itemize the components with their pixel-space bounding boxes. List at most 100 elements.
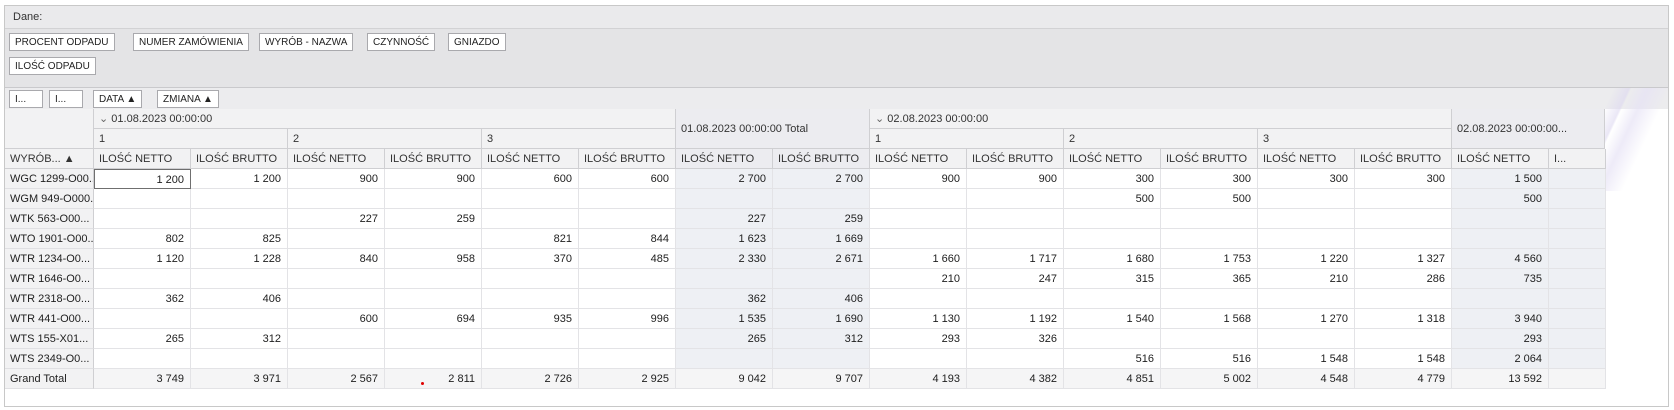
table-cell[interactable]	[870, 189, 967, 209]
table-cell[interactable]: 802	[94, 229, 191, 249]
table-cell[interactable]	[288, 229, 385, 249]
table-cell[interactable]: 1 548	[1258, 349, 1355, 369]
table-cell[interactable]	[676, 189, 773, 209]
table-cell[interactable]: 259	[773, 209, 870, 229]
table-cell[interactable]: 265	[676, 329, 773, 349]
table-cell[interactable]	[1258, 329, 1355, 349]
table-cell[interactable]: 1 669	[773, 229, 870, 249]
table-cell[interactable]	[579, 189, 676, 209]
table-cell[interactable]: 2 671	[773, 249, 870, 269]
table-cell[interactable]	[870, 349, 967, 369]
table-cell[interactable]	[288, 189, 385, 209]
table-cell[interactable]: 406	[191, 289, 288, 309]
table-cell[interactable]: 996	[579, 309, 676, 329]
table-cell[interactable]: 1 623	[676, 229, 773, 249]
table-cell[interactable]: 365	[1161, 269, 1258, 289]
table-cell[interactable]: 1 200	[94, 169, 191, 189]
table-cell[interactable]	[676, 349, 773, 369]
table-cell[interactable]: 958	[385, 249, 482, 269]
table-cell[interactable]: 1 535	[676, 309, 773, 329]
filter-field-numer-zamowienia[interactable]: NUMER ZAMÓWIENIA	[133, 33, 249, 51]
table-cell[interactable]: 900	[870, 169, 967, 189]
table-cell[interactable]: 300	[1355, 169, 1452, 189]
table-cell[interactable]: 600	[482, 169, 579, 189]
table-cell[interactable]	[385, 269, 482, 289]
table-cell[interactable]: 1 540	[1064, 309, 1161, 329]
table-cell[interactable]: 1 200	[191, 169, 288, 189]
table-cell[interactable]: 3 940	[1452, 309, 1549, 329]
table-cell[interactable]: 1 753	[1161, 249, 1258, 269]
table-cell[interactable]	[579, 269, 676, 289]
table-cell[interactable]	[94, 309, 191, 329]
table-cell[interactable]	[1452, 289, 1549, 309]
filter-field-czynnosc[interactable]: CZYNNOŚĆ	[367, 33, 436, 51]
table-cell[interactable]: 227	[288, 209, 385, 229]
table-cell[interactable]: 1 318	[1355, 309, 1452, 329]
table-cell[interactable]: 259	[385, 209, 482, 229]
table-cell[interactable]: 247	[967, 269, 1064, 289]
row-header-item[interactable]: WTR 2318-O0...	[5, 289, 94, 309]
table-cell[interactable]: 694	[385, 309, 482, 329]
table-cell[interactable]	[1355, 189, 1452, 209]
table-cell[interactable]: 362	[94, 289, 191, 309]
table-cell[interactable]: 1 548	[1355, 349, 1452, 369]
table-cell[interactable]	[482, 189, 579, 209]
table-cell[interactable]	[94, 269, 191, 289]
table-cell[interactable]	[1258, 189, 1355, 209]
collapse-chevron-icon[interactable]: ⌄	[99, 113, 108, 125]
column-field-data[interactable]: DATA ▲	[93, 90, 143, 108]
table-cell[interactable]	[870, 289, 967, 309]
table-cell[interactable]	[191, 189, 288, 209]
table-cell[interactable]	[94, 189, 191, 209]
row-header-item[interactable]: WGC 1299-O00...	[5, 169, 94, 189]
table-cell[interactable]: 1 680	[1064, 249, 1161, 269]
table-cell[interactable]	[579, 209, 676, 229]
data-field-ilosc-odpadu[interactable]: ILOŚĆ ODPADU	[9, 57, 96, 75]
table-cell[interactable]: 1 220	[1258, 249, 1355, 269]
table-cell[interactable]: 210	[870, 269, 967, 289]
table-cell[interactable]	[676, 269, 773, 289]
table-cell[interactable]	[1064, 289, 1161, 309]
table-cell[interactable]: 516	[1064, 349, 1161, 369]
table-cell[interactable]: 293	[1452, 329, 1549, 349]
table-cell[interactable]	[385, 229, 482, 249]
table-cell[interactable]: 300	[1161, 169, 1258, 189]
row-header-wyrob[interactable]: WYRÓB... ▲	[5, 149, 94, 169]
table-cell[interactable]: 1 130	[870, 309, 967, 329]
table-cell[interactable]: 1 690	[773, 309, 870, 329]
table-cell[interactable]: 825	[191, 229, 288, 249]
table-cell[interactable]: 1 120	[94, 249, 191, 269]
table-cell[interactable]	[1355, 229, 1452, 249]
table-cell[interactable]	[191, 269, 288, 289]
table-cell[interactable]: 265	[94, 329, 191, 349]
table-cell[interactable]: 935	[482, 309, 579, 329]
table-cell[interactable]: 516	[1161, 349, 1258, 369]
table-cell[interactable]: 500	[1452, 189, 1549, 209]
table-cell[interactable]	[1258, 289, 1355, 309]
table-cell[interactable]	[579, 289, 676, 309]
row-field-button-1[interactable]: I...	[9, 90, 43, 108]
collapse-chevron-icon[interactable]: ⌄	[875, 113, 884, 125]
table-cell[interactable]	[1064, 229, 1161, 249]
table-cell[interactable]: 227	[676, 209, 773, 229]
table-cell[interactable]	[967, 349, 1064, 369]
table-cell[interactable]: 900	[288, 169, 385, 189]
filter-field-procent-odpadu[interactable]: PROCENT ODPADU	[9, 33, 115, 51]
table-cell[interactable]: 844	[579, 229, 676, 249]
row-header-item[interactable]: WTS 155-X01...	[5, 329, 94, 349]
table-cell[interactable]	[94, 349, 191, 369]
table-cell[interactable]	[482, 269, 579, 289]
table-cell[interactable]: 300	[1064, 169, 1161, 189]
table-cell[interactable]	[288, 289, 385, 309]
table-cell[interactable]	[482, 329, 579, 349]
table-cell[interactable]	[579, 329, 676, 349]
table-cell[interactable]	[191, 349, 288, 369]
table-cell[interactable]: 326	[967, 329, 1064, 349]
table-cell[interactable]	[967, 189, 1064, 209]
table-cell[interactable]	[1064, 329, 1161, 349]
date-header-0208[interactable]: ⌄ 02.08.2023 00:00:00	[870, 109, 1452, 129]
table-cell[interactable]	[1355, 329, 1452, 349]
table-cell[interactable]	[579, 349, 676, 369]
table-cell[interactable]	[967, 289, 1064, 309]
table-cell[interactable]	[482, 289, 579, 309]
